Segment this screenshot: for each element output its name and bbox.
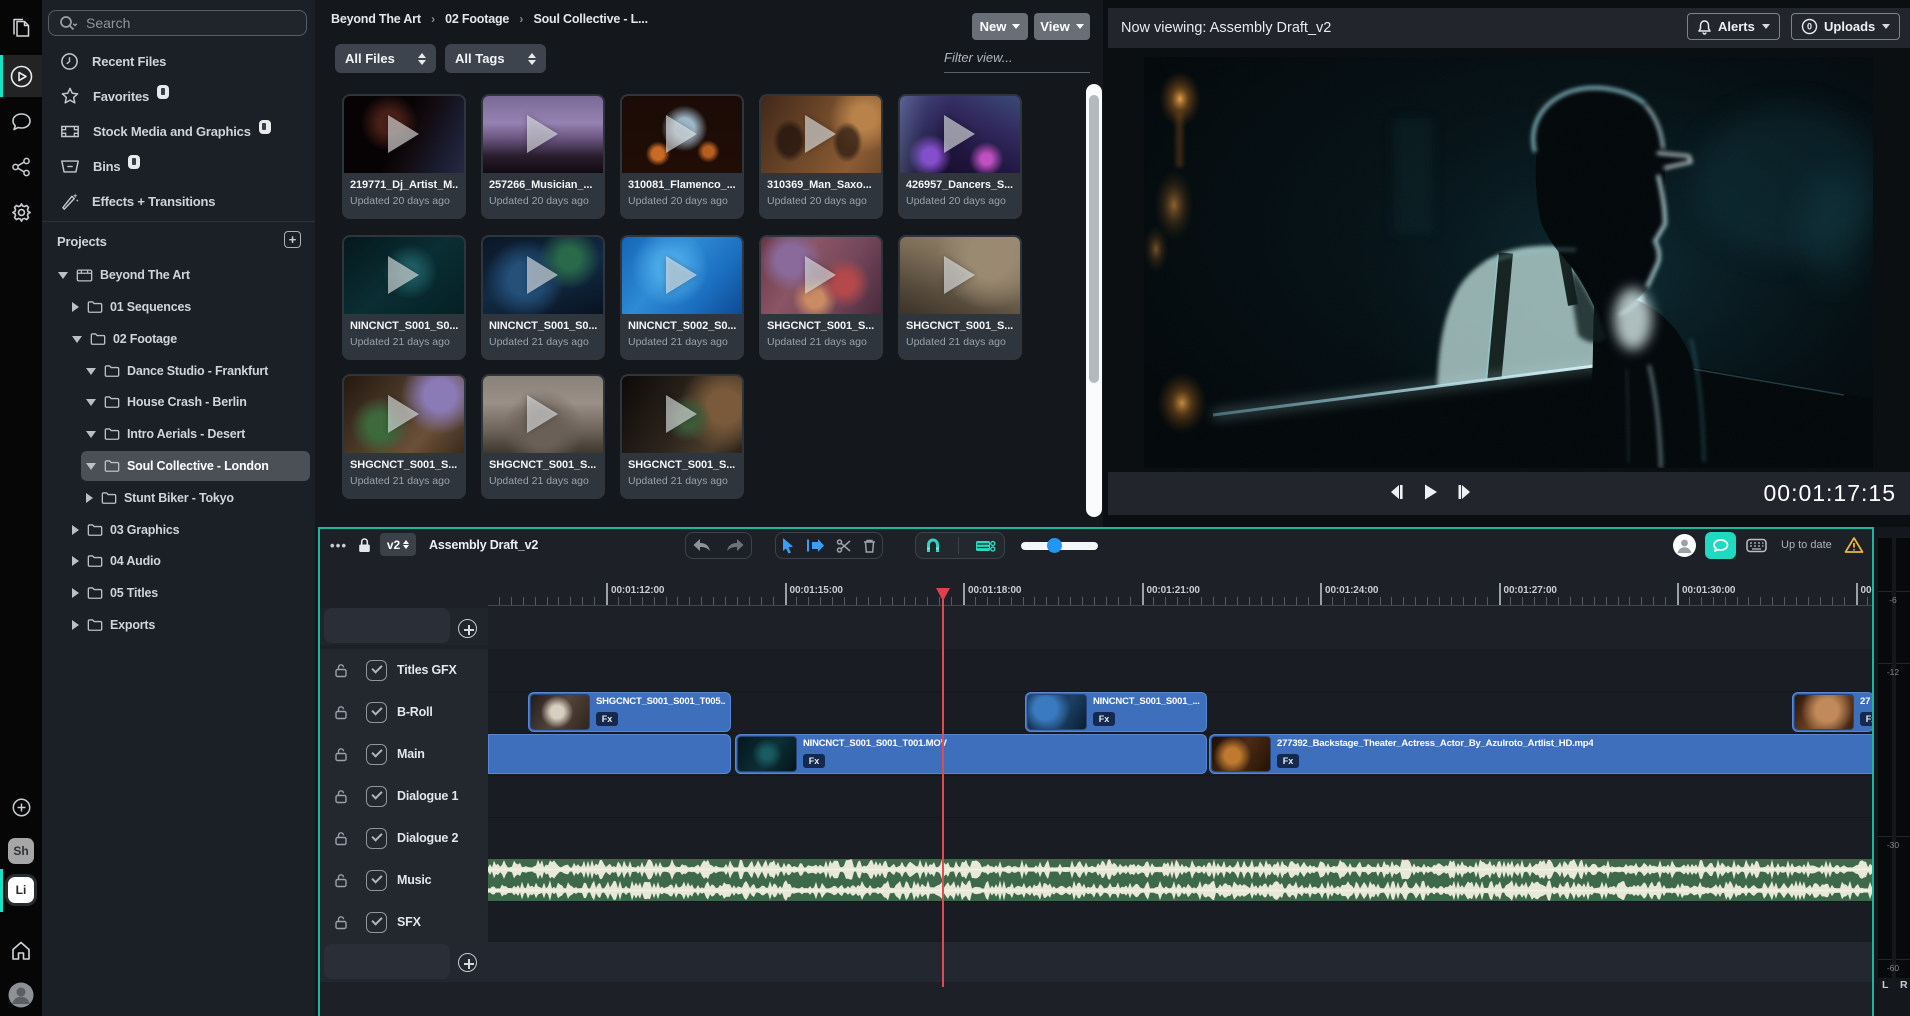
svg-text:0: 0 — [1807, 22, 1812, 32]
